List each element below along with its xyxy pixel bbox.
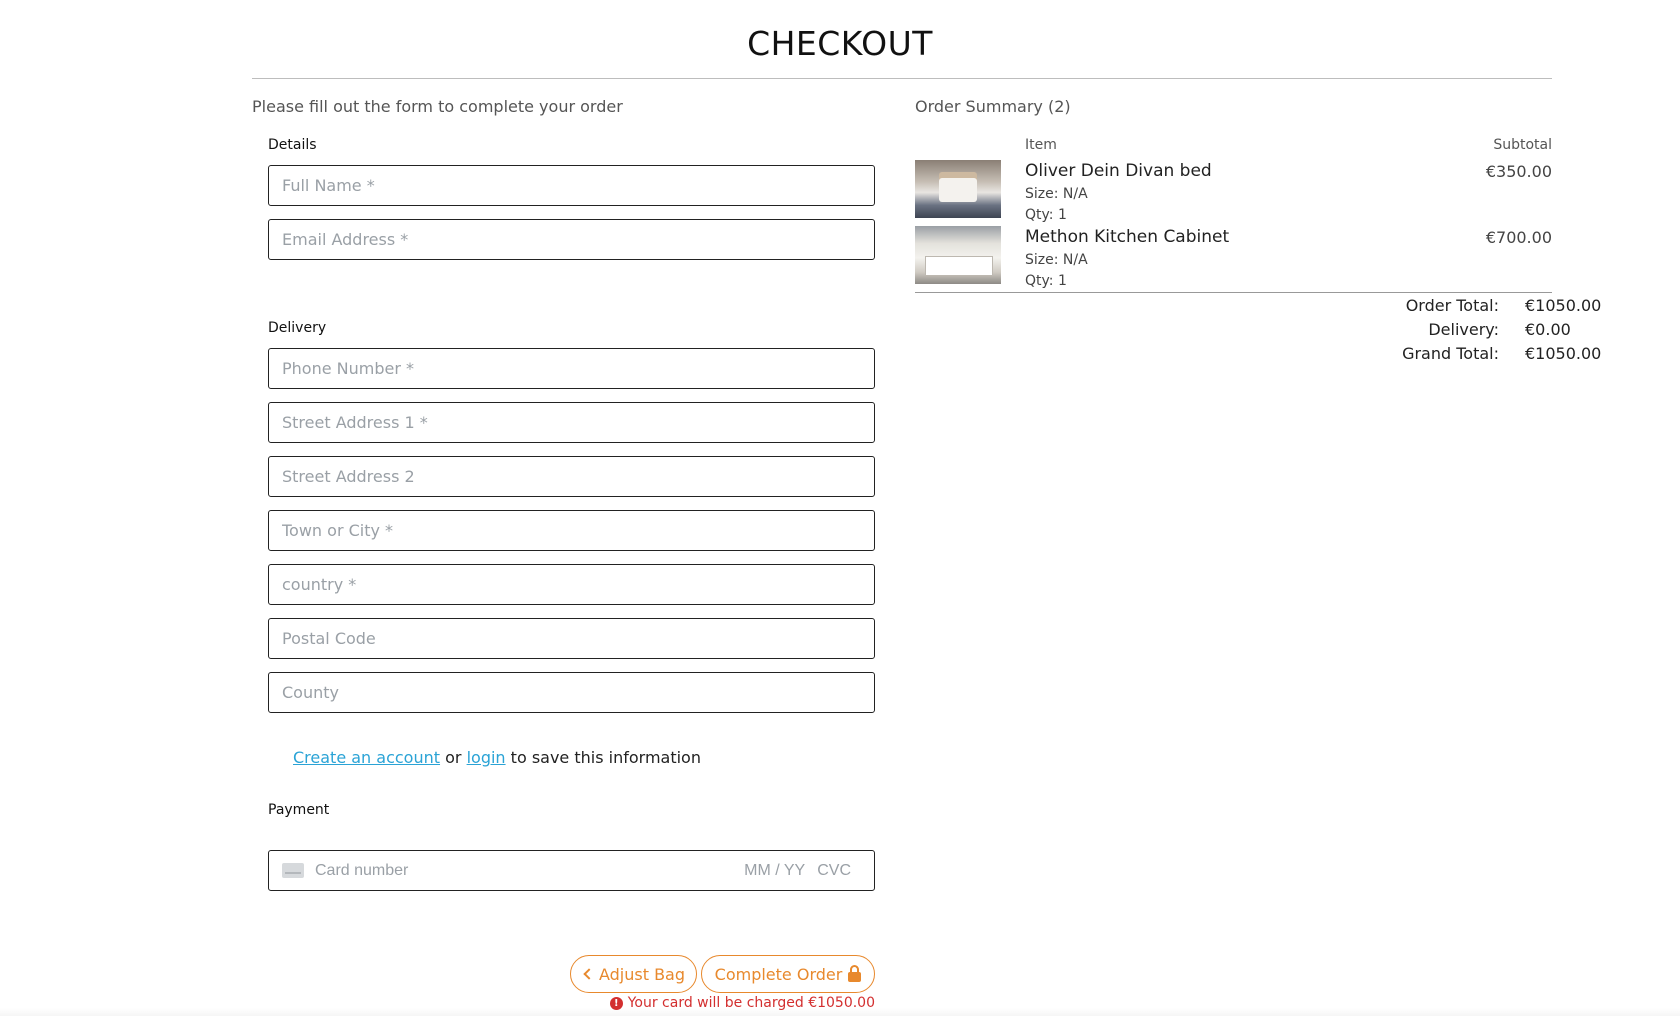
- card-number-input[interactable]: Card number: [315, 862, 744, 880]
- item-image-bed[interactable]: [915, 160, 1001, 218]
- item-price: €350.00: [1485, 162, 1552, 181]
- item-price: €700.00: [1485, 228, 1552, 247]
- grand-total-value: €1050.00: [1525, 344, 1602, 363]
- county-field[interactable]: [268, 672, 875, 713]
- country-select[interactable]: [269, 565, 874, 604]
- footer-shadow: [0, 1008, 1680, 1016]
- postal-code-field[interactable]: [268, 618, 875, 659]
- order-summary-title: Order Summary (2): [915, 97, 1071, 116]
- summary-divider: [915, 292, 1552, 293]
- complete-order-label: Complete Order: [714, 964, 843, 984]
- item-size: Size: N/A: [1025, 186, 1088, 202]
- save-info-text: Create an account or login to save this …: [293, 748, 701, 767]
- item-name: Methon Kitchen Cabinet: [1025, 227, 1230, 247]
- card-expiry-input[interactable]: MM / YY: [744, 862, 805, 880]
- delivery-total-label: Delivery:: [1428, 320, 1499, 339]
- details-label: Details: [268, 137, 317, 153]
- delivery-label: Delivery: [268, 320, 327, 336]
- save-info-or: or: [445, 748, 462, 767]
- street-address-1-field[interactable]: [268, 402, 875, 443]
- street-address-2-field[interactable]: [268, 456, 875, 497]
- town-field[interactable]: [268, 510, 875, 551]
- grand-total-label: Grand Total:: [1402, 344, 1499, 363]
- town-input[interactable]: [269, 511, 874, 550]
- email-field[interactable]: [268, 219, 875, 260]
- postal-code-input[interactable]: [269, 619, 874, 658]
- card-cvc-input[interactable]: CVC: [817, 862, 851, 880]
- street-address-1-input[interactable]: [269, 403, 874, 442]
- chevron-left-icon: [583, 968, 595, 980]
- phone-input[interactable]: [269, 349, 874, 388]
- item-size: Size: N/A: [1025, 252, 1088, 268]
- full-name-field[interactable]: [268, 165, 875, 206]
- create-account-link[interactable]: Create an account: [293, 748, 440, 767]
- form-intro: Please fill out the form to complete you…: [252, 97, 623, 116]
- order-total-value: €1050.00: [1525, 296, 1602, 315]
- card-element[interactable]: Card number MM / YY CVC: [268, 850, 875, 891]
- order-total-label: Order Total:: [1405, 296, 1499, 315]
- subtotal-column-header: Subtotal: [1493, 137, 1552, 153]
- adjust-bag-button[interactable]: Adjust Bag: [570, 955, 697, 993]
- country-field[interactable]: [268, 564, 875, 605]
- email-input[interactable]: [269, 220, 874, 259]
- login-link[interactable]: login: [467, 748, 506, 767]
- payment-label: Payment: [268, 802, 330, 818]
- item-column-header: Item: [1025, 137, 1057, 153]
- item-image-kitchen[interactable]: [915, 226, 1001, 284]
- phone-field[interactable]: [268, 348, 875, 389]
- adjust-bag-label: Adjust Bag: [598, 964, 686, 984]
- card-icon: [282, 863, 304, 878]
- full-name-input[interactable]: [269, 166, 874, 205]
- save-info-suffix: to save this information: [510, 748, 701, 767]
- item-name: Oliver Dein Divan bed: [1025, 161, 1212, 181]
- county-input[interactable]: [269, 673, 874, 712]
- lock-icon: [848, 964, 862, 982]
- page-title: CHECKOUT: [747, 24, 933, 63]
- title-divider: [252, 78, 1552, 79]
- complete-order-button[interactable]: Complete Order: [701, 955, 875, 993]
- street-address-2-input[interactable]: [269, 457, 874, 496]
- item-qty: Qty: 1: [1025, 273, 1067, 289]
- delivery-total-value: €0.00: [1525, 320, 1571, 339]
- item-qty: Qty: 1: [1025, 207, 1067, 223]
